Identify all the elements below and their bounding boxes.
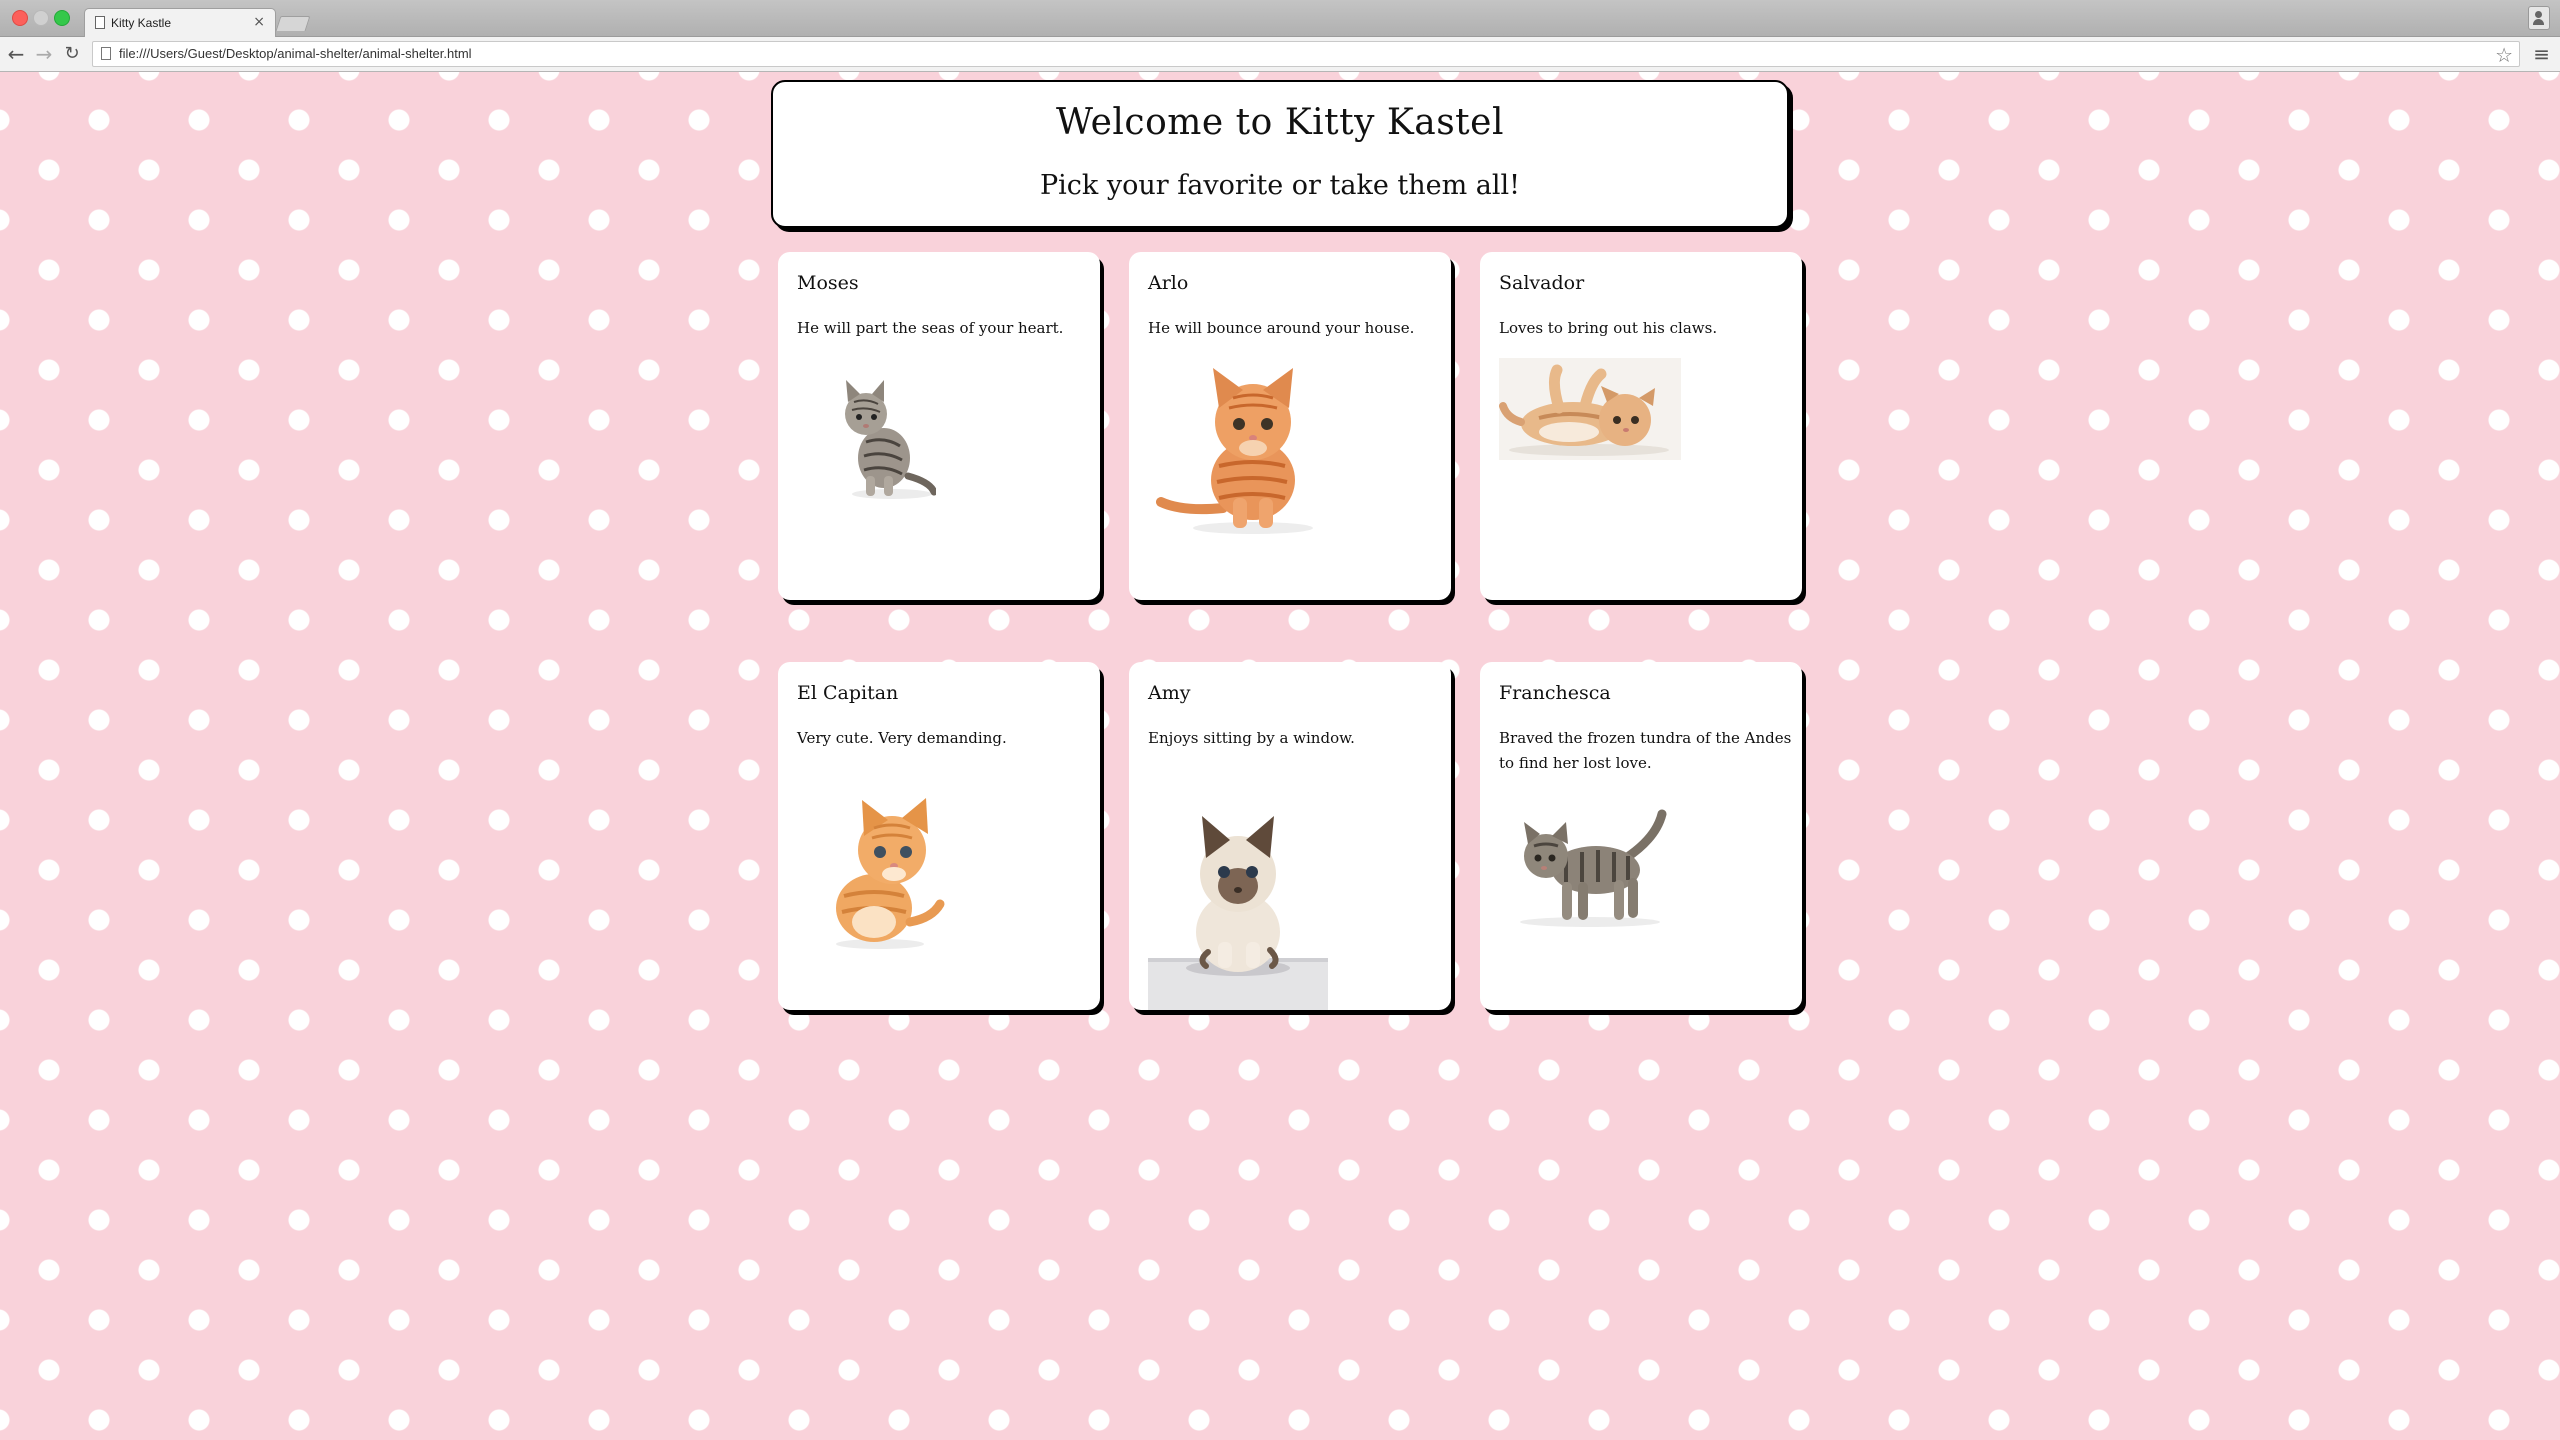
minimize-window-button[interactable] [33,10,49,26]
reload-icon[interactable]: ↻ [60,42,84,66]
close-window-button[interactable] [12,10,28,26]
tabby-kitten-image [845,380,936,499]
address-url[interactable]: file:///Users/Guest/Desktop/animal-shelt… [119,46,472,61]
cat-name: Amy [1148,682,1191,704]
lying-kitten-image [1499,358,1681,460]
grey-tabby-kitten-image [1520,809,1667,927]
cat-description: Enjoys sitting by a window. [1148,729,1355,747]
cat-description: Loves to bring out his claws. [1499,319,1718,337]
cat-description: Braved the frozen tundra of the Andes to… [1499,729,1792,772]
cat-description: Very cute. Very demanding. [797,729,1007,747]
browser-tab[interactable]: Kitty Kastle × [84,8,276,37]
page-icon [101,47,111,60]
cat-name: El Capitan [797,682,899,704]
ginger-kitten-image [836,798,945,949]
cat-name: Franchesca [1499,682,1611,704]
page-content: Welcome to Kitty Kastel Pick your favori… [0,72,2560,1440]
welcome-header: Welcome to Kitty Kastel Pick your favori… [771,80,1789,228]
cat-card-el-capitan: El Capitan Very cute. Very demanding. [778,662,1100,1010]
cat-card-arlo: Arlo He will bounce around your house. [1129,252,1451,600]
menu-icon[interactable]: ≡ [2533,42,2550,66]
cat-name: Salvador [1499,272,1585,294]
browser-titlebar: Kitty Kastle × [0,0,2560,37]
cat-card-moses: Moses He will part the seas of your hear… [778,252,1100,600]
orange-kitten-image [1153,358,1333,538]
page-icon [95,16,105,29]
cat-card-franchesca: Franchesca Braved the frozen tundra of t… [1480,662,1802,1010]
new-tab-button[interactable] [275,16,311,31]
close-tab-icon[interactable]: × [253,14,265,30]
cat-description: He will part the seas of your heart. [797,319,1064,337]
siamese-kitten-image [1148,792,1328,1010]
bookmark-star-icon[interactable]: ☆ [2495,43,2513,67]
page-title: Welcome to Kitty Kastel [1056,102,1504,143]
back-arrow-icon[interactable]: ← [4,42,28,66]
cat-card-salvador: Salvador Loves to bring out his claws. [1480,252,1802,600]
cat-name: Arlo [1148,272,1189,294]
forward-arrow-icon[interactable]: → [32,42,56,66]
maximize-window-button[interactable] [54,10,70,26]
address-bar[interactable]: file:///Users/Guest/Desktop/animal-shelt… [92,41,2520,67]
browser-toolbar: ← → ↻ file:///Users/Guest/Desktop/animal… [0,37,2560,72]
cat-card-amy: Amy Enjoys sitting by a window. [1129,662,1451,1010]
cat-description: He will bounce around your house. [1148,319,1415,337]
page-subtitle: Pick your favorite or take them all! [1039,170,1521,201]
cat-name: Moses [797,272,859,294]
tab-title: Kitty Kastle [111,16,172,30]
profile-icon[interactable] [2528,6,2550,30]
